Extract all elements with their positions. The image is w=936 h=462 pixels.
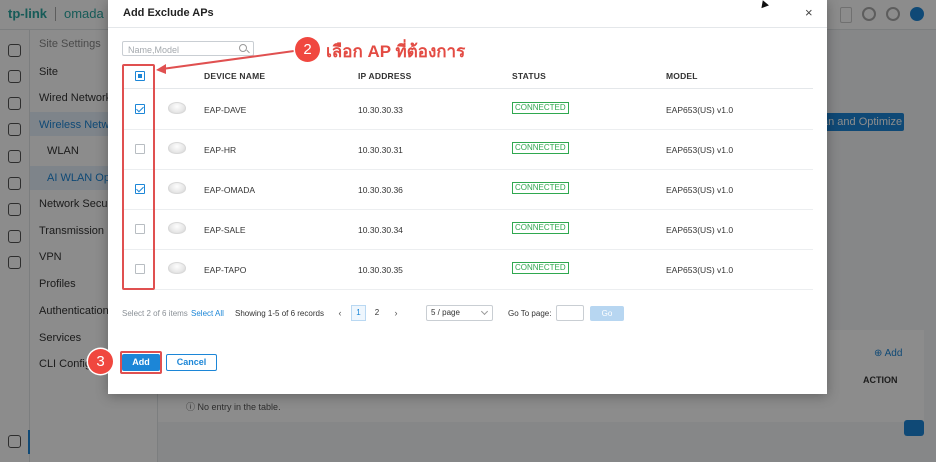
annotation-arrow [156,50,295,74]
annotation-step-2-badge: 2 [295,37,320,62]
annotation-step-3-badge: 3 [88,349,113,374]
annotation-step-2-text: เลือก AP ที่ต้องการ [326,42,466,61]
